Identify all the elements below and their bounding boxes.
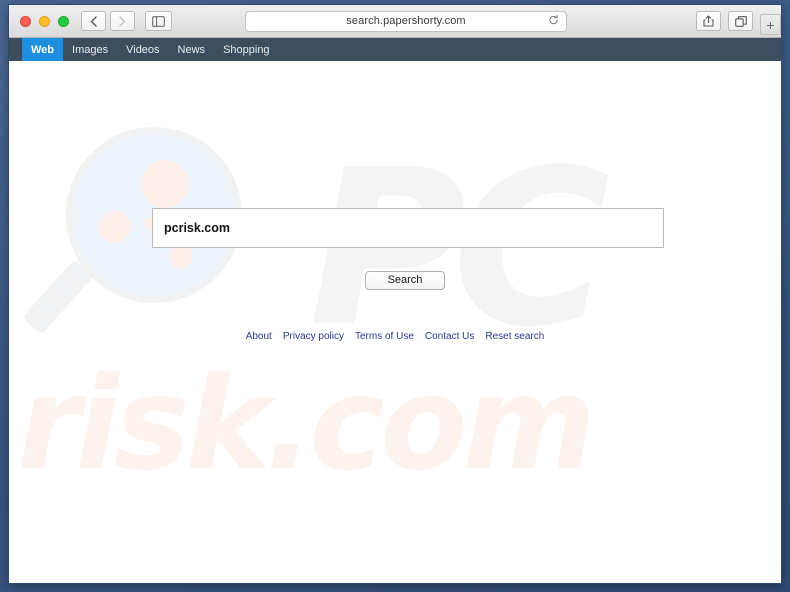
show-tabs-button[interactable] [728,11,753,31]
nav-item-shopping[interactable]: Shopping [214,38,279,61]
share-icon [703,15,714,27]
back-button[interactable] [81,11,106,31]
footer-link-terms-of-use[interactable]: Terms of Use [355,331,414,342]
nav-label: Videos [126,43,160,56]
nav-label: Images [72,43,109,56]
toolbar-right-buttons [696,11,753,31]
magnifier-handle [22,259,94,335]
tabs-icon [734,15,747,27]
chevron-left-icon [90,15,97,27]
risk-watermark-text: risk.com [17,350,596,499]
nav-item-web[interactable]: Web [22,38,64,61]
minimize-window-button[interactable] [39,15,50,27]
address-bar[interactable]: search.papershorty.com [245,10,567,32]
nav-label: News [177,43,206,56]
footer-link-privacy-policy[interactable]: Privacy policy [283,331,344,342]
nav-item-news[interactable]: News [169,38,215,61]
nav-item-videos[interactable]: Videos [117,38,168,61]
nav-label: Shopping [223,43,270,56]
new-tab-button[interactable]: + [760,14,781,35]
footer-links: About Privacy policy Terms of Use Contac… [9,331,781,342]
browser-window: search.papershorty.com + Web Images Vide… [8,4,782,584]
browser-toolbar: search.papershorty.com + [9,5,781,38]
nav-item-images[interactable]: Images [63,38,117,61]
magnifier-dot [99,211,131,243]
page-content: PC risk.com Search About Privacy policy … [9,61,781,583]
window-controls [20,15,69,27]
chevron-right-icon [119,15,126,27]
footer-link-reset-search[interactable]: Reset search [485,331,544,342]
share-button[interactable] [696,11,721,31]
plus-icon: + [766,16,775,33]
url-text: search.papershorty.com [346,15,466,27]
footer-link-about[interactable]: About [246,331,272,342]
sidebar-icon [152,15,165,27]
reload-icon[interactable] [548,14,559,28]
pc-watermark-text: PC [309,123,610,374]
site-navigation-bar: Web Images Videos News Shopping [9,38,781,61]
desktop-background: search.papershorty.com + Web Images Vide… [0,0,790,592]
forward-button[interactable] [110,11,135,31]
search-input[interactable] [152,208,664,248]
footer-link-contact-us[interactable]: Contact Us [425,331,474,342]
close-window-button[interactable] [20,15,31,27]
magnifier-dot [141,160,189,208]
nav-label: Web [31,43,55,56]
sidebar-toggle-button[interactable] [145,11,172,31]
navigation-buttons [81,11,135,31]
maximize-window-button[interactable] [58,15,69,27]
search-button[interactable]: Search [365,271,445,290]
